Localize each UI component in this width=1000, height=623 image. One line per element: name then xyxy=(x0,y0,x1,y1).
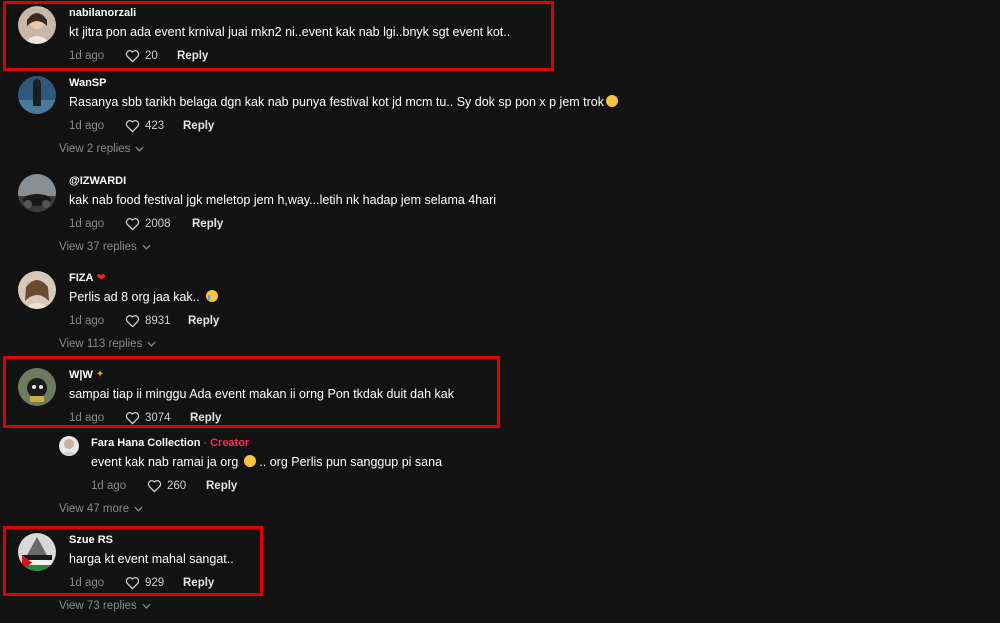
like-button[interactable]: 2008 xyxy=(125,217,192,231)
view-replies-button[interactable]: View 73 replies xyxy=(59,600,151,612)
view-replies-button[interactable]: View 2 replies xyxy=(59,143,144,155)
like-count: 3074 xyxy=(145,412,171,424)
heart-icon xyxy=(125,577,140,590)
avatar[interactable] xyxy=(59,436,79,456)
reply-date: 1d ago xyxy=(91,480,127,492)
reply-button[interactable]: Reply xyxy=(190,412,221,424)
avatar[interactable] xyxy=(18,533,56,571)
comment-username[interactable]: @IZWARDI xyxy=(69,174,496,188)
avatar[interactable] xyxy=(18,368,56,406)
like-count: 423 xyxy=(145,120,165,132)
chevron-down-icon xyxy=(134,506,143,512)
grinning-sweat-emoji-icon xyxy=(606,95,619,107)
chevron-down-icon xyxy=(142,603,151,609)
like-button[interactable]: 423 xyxy=(125,119,183,133)
reply-text: event kak nab ramai ja org .. org Perlis… xyxy=(91,455,443,469)
like-count: 2008 xyxy=(145,218,171,230)
reply-username-row: Fara Hana Collection · Creator xyxy=(91,436,442,450)
comment-username[interactable]: FIZA ❤ xyxy=(69,271,219,285)
like-count: 20 xyxy=(145,50,158,62)
comment-username[interactable]: WanSP xyxy=(69,76,618,90)
comment-text: Perlis ad 8 org jaa kak.. xyxy=(69,289,219,305)
like-button[interactable]: 3074 xyxy=(125,411,190,425)
view-more-button[interactable]: View 47 more xyxy=(59,503,143,515)
like-count: 8931 xyxy=(145,315,171,327)
comment-date: 1d ago xyxy=(69,120,105,132)
heart-icon xyxy=(125,315,140,328)
crying-face-emoji-icon xyxy=(205,290,218,302)
creator-badge: Creator xyxy=(210,437,250,449)
heart-icon xyxy=(125,120,140,133)
like-button[interactable]: 260 xyxy=(147,479,206,493)
chevron-down-icon xyxy=(147,341,156,347)
comment-date: 1d ago xyxy=(69,577,105,589)
comment-text: sampai tiap ii minggu Ada event makan ii… xyxy=(69,387,454,401)
reply-button[interactable]: Reply xyxy=(183,577,214,589)
comment-text: kt jitra pon ada event krnival juai mkn2… xyxy=(69,25,511,39)
like-button[interactable]: 8931 xyxy=(125,314,188,328)
like-button[interactable]: 20 xyxy=(125,49,177,63)
comment-text: harga kt event mahal sangat.. xyxy=(69,552,234,566)
chevron-down-icon xyxy=(142,244,151,250)
comment-date: 1d ago xyxy=(69,412,105,424)
reply-button[interactable]: Reply xyxy=(177,50,208,62)
red-heart-emoji-icon: ❤ xyxy=(96,272,106,284)
reply-username[interactable]: Fara Hana Collection xyxy=(91,436,200,450)
avatar[interactable] xyxy=(18,174,56,212)
view-replies-button[interactable]: View 37 replies xyxy=(59,241,151,253)
heart-icon xyxy=(125,50,140,63)
like-button[interactable]: 929 xyxy=(125,576,183,590)
reply-button[interactable]: Reply xyxy=(192,218,223,230)
avatar[interactable] xyxy=(18,271,56,309)
meteor-emoji-icon: ✦ xyxy=(95,369,105,380)
comment-username[interactable]: Szue RS xyxy=(69,533,234,547)
comment-date: 1d ago xyxy=(69,218,105,230)
heart-icon xyxy=(125,218,140,231)
like-count: 929 xyxy=(145,577,165,589)
comment-text: kak nab food festival jgk meletop jem h,… xyxy=(69,193,497,207)
like-count: 260 xyxy=(167,480,187,492)
avatar[interactable] xyxy=(18,76,56,114)
view-replies-button[interactable]: View 113 replies xyxy=(59,338,156,350)
avatar[interactable] xyxy=(18,6,56,44)
comment-text: Rasanya sbb tarikh belaga dgn kak nab pu… xyxy=(69,94,619,110)
reply-button[interactable]: Reply xyxy=(188,315,219,327)
separator-dot: · xyxy=(203,437,208,449)
comment-date: 1d ago xyxy=(69,50,105,62)
reply-button[interactable]: Reply xyxy=(183,120,214,132)
heart-icon xyxy=(125,412,140,425)
chevron-down-icon xyxy=(135,146,144,152)
comment-username[interactable]: W|W ✦ xyxy=(69,368,454,382)
grinning-sweat-emoji-icon xyxy=(243,455,256,467)
comment-username[interactable]: nabilanorzali xyxy=(69,6,510,20)
reply-button[interactable]: Reply xyxy=(206,480,237,492)
heart-icon xyxy=(147,480,162,493)
comment-date: 1d ago xyxy=(69,315,105,327)
